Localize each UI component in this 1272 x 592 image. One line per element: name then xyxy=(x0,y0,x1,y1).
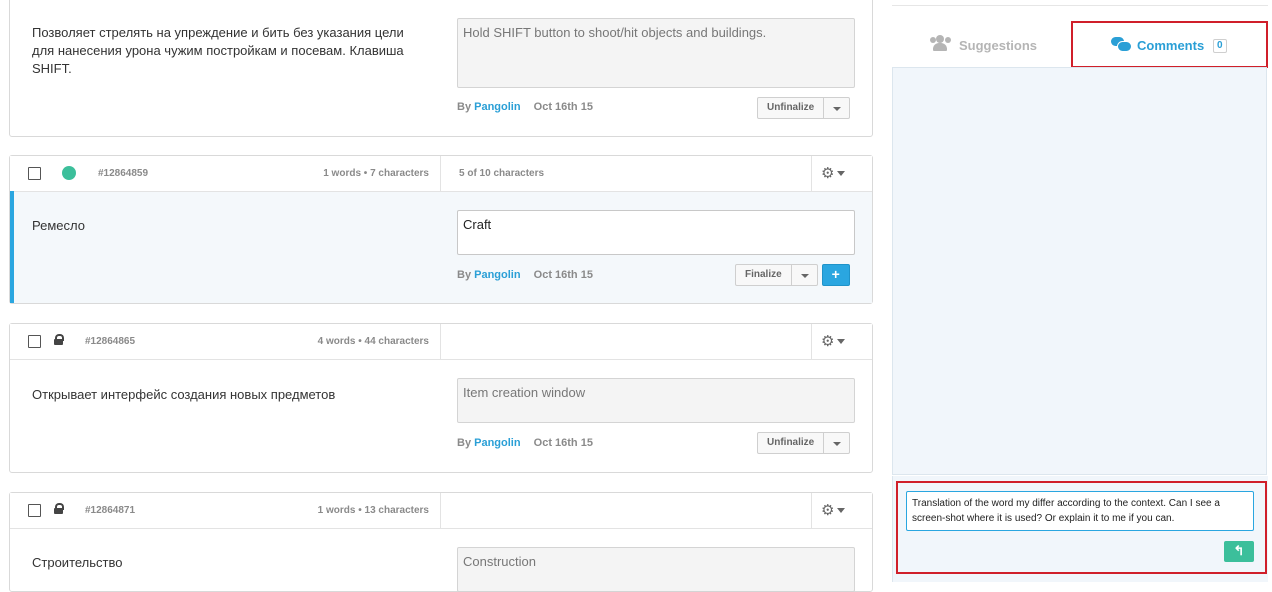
translation-field[interactable]: Craft xyxy=(457,210,855,255)
translation-field[interactable]: Construction xyxy=(457,547,855,592)
chevron-down-icon xyxy=(837,508,845,513)
active-indicator xyxy=(10,191,14,303)
settings-menu-button[interactable]: ⚙ xyxy=(811,493,854,528)
author-link[interactable]: Pangolin xyxy=(474,269,520,281)
action-group: Unfinalize xyxy=(757,432,851,454)
string-id[interactable]: #12864859 xyxy=(98,168,148,179)
finalize-button[interactable]: Finalize xyxy=(735,264,792,286)
author-link[interactable]: Pangolin xyxy=(474,437,520,449)
select-checkbox[interactable] xyxy=(28,504,41,517)
source-text: Позволяет стрелять на упреждение и бить … xyxy=(32,25,404,76)
select-checkbox[interactable] xyxy=(28,167,41,180)
settings-menu-button[interactable]: ⚙ xyxy=(811,324,854,359)
char-limit: 5 of 10 characters xyxy=(459,168,545,179)
word-count: 4 words • 44 characters xyxy=(317,336,429,347)
users-icon xyxy=(930,35,952,51)
status-dot xyxy=(62,166,76,180)
highlight-box xyxy=(896,481,1267,574)
action-group: Unfinalize xyxy=(757,97,851,119)
by-label: By xyxy=(457,269,472,281)
by-label: By xyxy=(457,437,472,449)
chevron-down-icon xyxy=(837,171,845,176)
lock-icon xyxy=(54,503,64,514)
by-label: By xyxy=(457,101,472,113)
header-divider xyxy=(440,156,441,191)
card-header: #12864859 1 words • 7 characters 5 of 10… xyxy=(10,156,872,192)
card-header: #12864865 4 words • 44 characters ⚙ xyxy=(10,324,872,360)
translation-meta: By Pangolin Oct 16th 15 xyxy=(457,269,593,281)
string-id[interactable]: #12864865 xyxy=(85,336,135,347)
select-checkbox[interactable] xyxy=(28,335,41,348)
word-count: 1 words • 7 characters xyxy=(323,168,429,179)
source-text: Открывает интерфейс создания новых предм… xyxy=(32,387,336,402)
translation-field[interactable]: Item creation window xyxy=(457,378,855,423)
lock-icon xyxy=(54,334,64,345)
unfinalize-button[interactable]: Unfinalize xyxy=(757,97,825,119)
header-divider xyxy=(440,493,441,528)
translation-date: Oct 16th 15 xyxy=(533,437,593,449)
header-divider xyxy=(440,324,441,359)
action-dropdown-button[interactable] xyxy=(824,97,851,119)
gear-icon: ⚙ xyxy=(821,502,835,519)
string-card: #12864871 1 words • 13 characters ⚙ Стро… xyxy=(9,492,873,592)
gear-icon: ⚙ xyxy=(821,165,835,182)
string-card: Позволяет стрелять на упреждение и бить … xyxy=(9,0,873,137)
comments-list xyxy=(892,67,1267,475)
action-dropdown-button[interactable] xyxy=(824,432,851,454)
string-card: #12864859 1 words • 7 characters 5 of 10… xyxy=(9,155,873,304)
tab-suggestions[interactable]: Suggestions xyxy=(959,38,1037,53)
unfinalize-button[interactable]: Unfinalize xyxy=(757,432,825,454)
add-button[interactable]: + xyxy=(821,264,850,286)
action-group: Finalize + xyxy=(735,264,850,286)
translation-meta: By Pangolin Oct 16th 15 xyxy=(457,101,593,113)
word-count: 1 words • 13 characters xyxy=(317,505,429,516)
translation-meta: By Pangolin Oct 16th 15 xyxy=(457,437,593,449)
source-text: Ремесло xyxy=(32,218,85,233)
highlight-box xyxy=(1071,21,1268,68)
action-dropdown-button[interactable] xyxy=(791,264,818,286)
settings-menu-button[interactable]: ⚙ xyxy=(811,156,854,191)
source-text: Строительство xyxy=(32,555,123,570)
panel-top-border xyxy=(892,5,1268,6)
translation-date: Oct 16th 15 xyxy=(533,269,593,281)
chevron-down-icon xyxy=(837,339,845,344)
translation-field[interactable]: Hold SHIFT button to shoot/hit objects a… xyxy=(457,18,855,88)
gear-icon: ⚙ xyxy=(821,333,835,350)
card-header: #12864871 1 words • 13 characters ⚙ xyxy=(10,493,872,529)
string-id[interactable]: #12864871 xyxy=(85,505,135,516)
translation-date: Oct 16th 15 xyxy=(533,101,593,113)
author-link[interactable]: Pangolin xyxy=(474,101,520,113)
string-card: #12864865 4 words • 44 characters ⚙ Откр… xyxy=(9,323,873,473)
